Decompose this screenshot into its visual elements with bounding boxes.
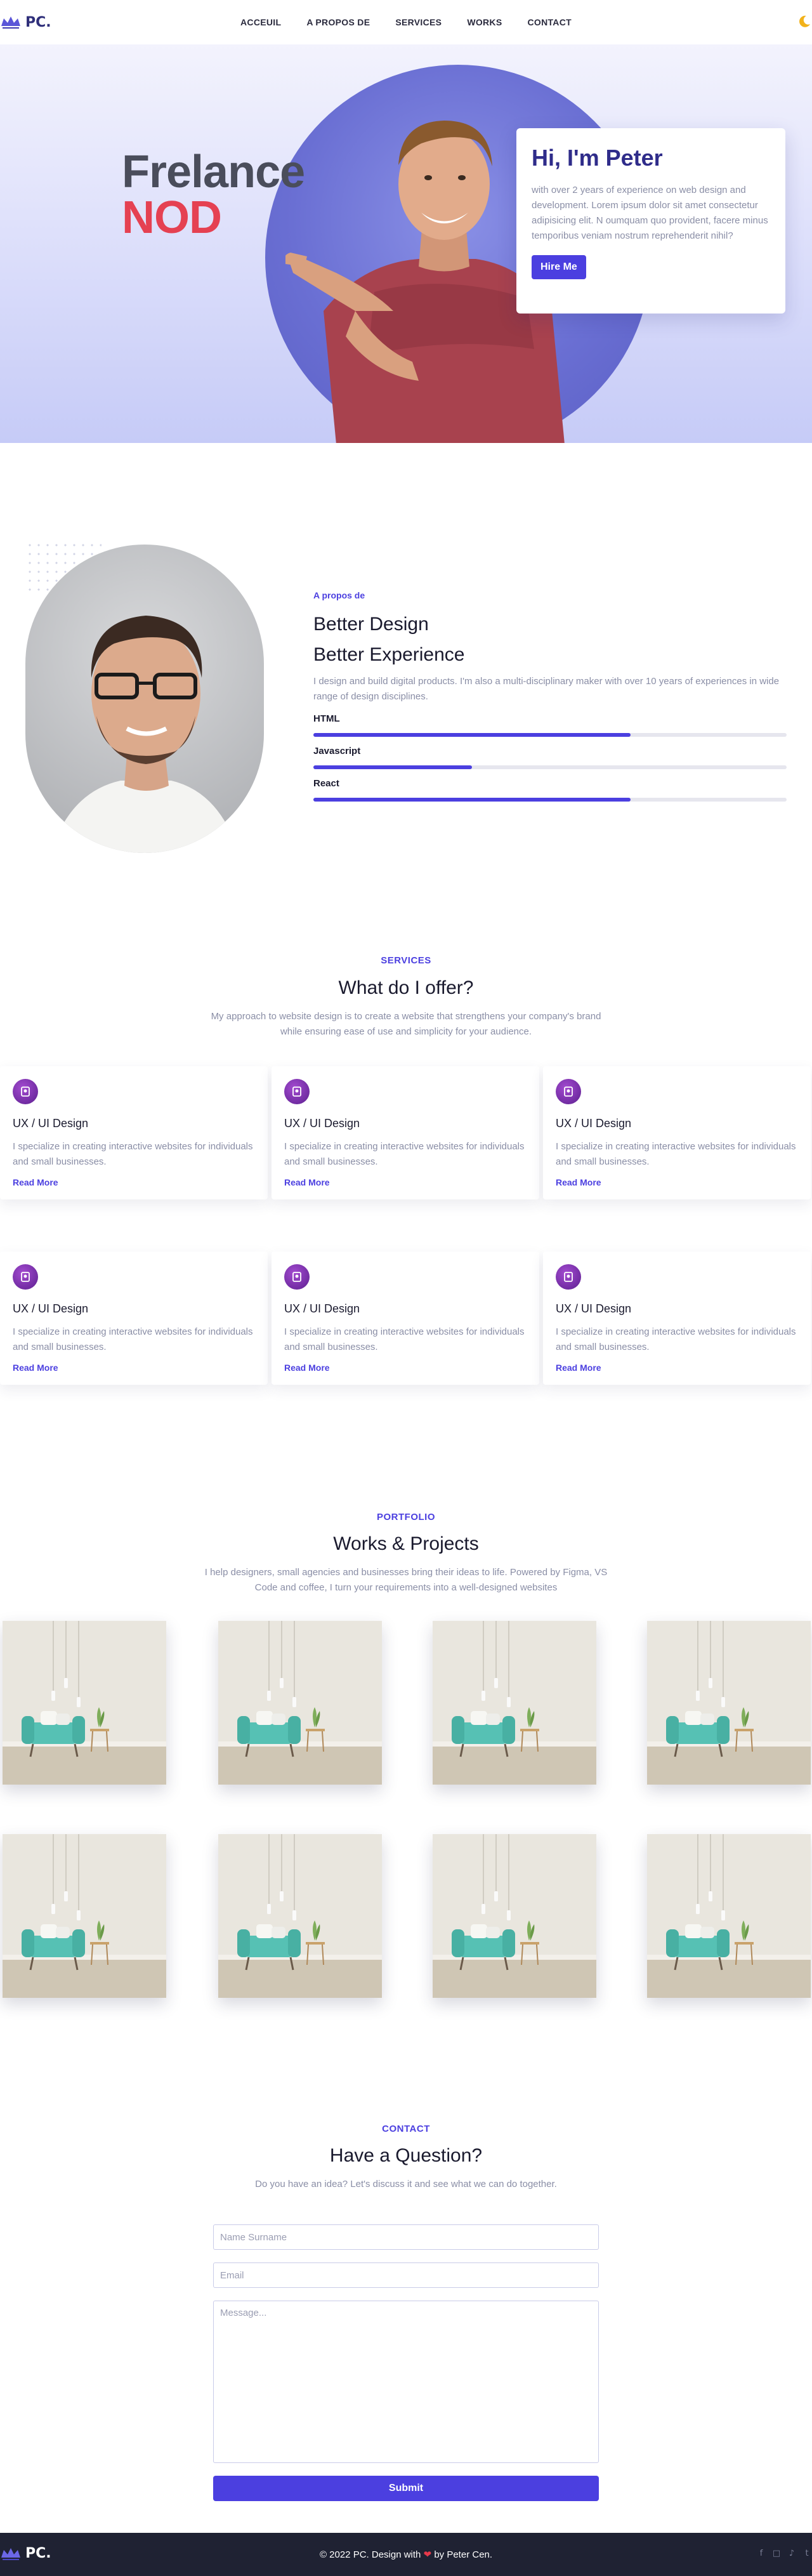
skill-javascript: Javascript — [313, 746, 787, 769]
portfolio-item-image[interactable] — [3, 1834, 166, 1998]
services-title: What do I offer? — [338, 977, 474, 998]
footer: PC. © 2022 PC. Design with ❤ by Peter Ce… — [0, 2533, 812, 2576]
service-title: UX / UI Design — [13, 1117, 89, 1130]
twitter-icon[interactable]: t — [802, 2548, 812, 2559]
hero-intro-card: Hi, I'm Peter with over 2 years of exper… — [516, 128, 785, 314]
skill-label: Javascript — [313, 746, 361, 756]
tiktok-icon[interactable]: ♪ — [787, 2548, 797, 2559]
email-input[interactable] — [213, 2262, 599, 2288]
design-icon — [13, 1264, 38, 1290]
nav-link-services[interactable]: SERVICES — [395, 17, 442, 27]
main-nav: ACCEUIL A PROPOS DE SERVICES WORKS CONTA… — [0, 0, 812, 44]
nav-link-a-propos[interactable]: A PROPOS DE — [306, 17, 370, 27]
service-title: UX / UI Design — [284, 1302, 360, 1315]
service-read-more-link[interactable]: Read More — [284, 1363, 527, 1373]
hero-title-line2: NOD — [122, 192, 222, 243]
services-description: My approach to website design is to crea… — [211, 1011, 601, 1037]
design-icon — [284, 1264, 310, 1290]
skill-html: HTML — [313, 713, 787, 737]
service-title: UX / UI Design — [556, 1117, 632, 1130]
top-navbar: PC. ACCEUIL A PROPOS DE SERVICES WORKS C… — [0, 0, 812, 44]
portfolio-item-image[interactable] — [218, 1621, 382, 1785]
skill-label: HTML — [313, 713, 340, 724]
message-textarea[interactable] — [213, 2301, 599, 2463]
service-card: UX / UI Design I specialize in creating … — [543, 1252, 811, 1385]
service-read-more-link[interactable]: Read More — [556, 1177, 798, 1187]
portfolio-item-image[interactable] — [433, 1621, 596, 1785]
nav-link-contact[interactable]: CONTACT — [527, 17, 572, 27]
instagram-icon[interactable]: □ — [771, 2548, 782, 2559]
service-text: I specialize in creating interactive web… — [13, 1141, 253, 1167]
service-read-more-link[interactable]: Read More — [556, 1363, 798, 1373]
service-read-more-link[interactable]: Read More — [13, 1177, 255, 1187]
service-card: UX / UI Design I specialize in creating … — [272, 1252, 539, 1385]
about-section: A propos de Better Design Better Experie… — [313, 590, 787, 802]
design-icon — [556, 1079, 581, 1104]
name-input[interactable] — [213, 2224, 599, 2250]
skill-bar-track — [313, 798, 787, 802]
portfolio-item-image[interactable] — [647, 1621, 811, 1785]
service-text: I specialize in creating interactive web… — [556, 1326, 796, 1352]
hero-card-text: with over 2 years of experience on web d… — [532, 185, 768, 241]
nav-link-works[interactable]: WORKS — [467, 17, 502, 27]
portfolio-item-image[interactable] — [218, 1834, 382, 1998]
submit-button[interactable]: Submit — [213, 2476, 599, 2501]
about-heading: Better Design Better Experience — [313, 609, 787, 670]
hero-title-line1: Frelance — [122, 147, 305, 197]
skill-label: React — [313, 778, 339, 789]
skill-bar-fill — [313, 798, 631, 802]
service-text: I specialize in creating interactive web… — [284, 1326, 525, 1352]
about-heading-line2: Better Experience — [313, 644, 465, 665]
service-read-more-link[interactable]: Read More — [284, 1177, 527, 1187]
copyright-author: by Peter Cen. — [434, 2549, 493, 2560]
social-links: f □ ♪ t — [756, 2548, 812, 2559]
service-card: UX / UI Design I specialize in creating … — [272, 1066, 539, 1199]
skill-bar-track — [313, 765, 787, 769]
contact-eyebrow: CONTACT — [382, 2124, 430, 2134]
contact-description: Do you have an idea? Let's discuss it an… — [255, 2179, 557, 2190]
skill-bar-track — [313, 733, 787, 737]
about-eyebrow: A propos de — [313, 590, 365, 600]
design-icon — [13, 1079, 38, 1104]
service-text: I specialize in creating interactive web… — [284, 1141, 525, 1167]
nav-link-accueil[interactable]: ACCEUIL — [240, 17, 281, 27]
heart-icon: ❤ — [423, 2549, 432, 2560]
skill-bar-fill — [313, 733, 631, 737]
service-card: UX / UI Design I specialize in creating … — [543, 1066, 811, 1199]
service-title: UX / UI Design — [556, 1302, 632, 1315]
portfolio-eyebrow: PORTFOLIO — [377, 1512, 435, 1522]
footer-copyright: © 2022 PC. Design with ❤ by Peter Cen. — [0, 2549, 812, 2560]
skill-react: React — [313, 778, 787, 802]
portfolio-title: Works & Projects — [333, 1533, 479, 1554]
service-title: UX / UI Design — [13, 1302, 89, 1315]
skill-bar-fill — [313, 765, 472, 769]
hero-section: Frelance NOD Hi, I'm Peter with over 2 y… — [0, 44, 812, 443]
portfolio-item-image[interactable] — [647, 1834, 811, 1998]
hire-me-button[interactable]: Hire Me — [532, 255, 586, 279]
service-card: UX / UI Design I specialize in creating … — [0, 1252, 268, 1385]
service-title: UX / UI Design — [284, 1117, 360, 1130]
about-description: I design and build digital products. I'm… — [313, 676, 780, 702]
design-icon — [284, 1079, 310, 1104]
about-portrait-image — [25, 545, 264, 853]
about-heading-line1: Better Design — [313, 614, 429, 635]
facebook-icon[interactable]: f — [756, 2548, 766, 2559]
portfolio-description: I help designers, small agencies and bus… — [204, 1567, 608, 1593]
service-read-more-link[interactable]: Read More — [13, 1363, 255, 1373]
service-text: I specialize in creating interactive web… — [556, 1141, 796, 1167]
portfolio-item-image[interactable] — [3, 1621, 166, 1785]
moon-icon[interactable] — [797, 14, 812, 29]
contact-title: Have a Question? — [329, 2145, 483, 2166]
services-eyebrow: SERVICES — [381, 955, 431, 966]
portfolio-item-image[interactable] — [433, 1834, 596, 1998]
service-card: UX / UI Design I specialize in creating … — [0, 1066, 268, 1199]
copyright-text: © 2022 PC. Design with — [319, 2549, 421, 2560]
service-text: I specialize in creating interactive web… — [13, 1326, 253, 1352]
design-icon — [556, 1264, 581, 1290]
hero-card-title: Hi, I'm Peter — [532, 145, 663, 171]
